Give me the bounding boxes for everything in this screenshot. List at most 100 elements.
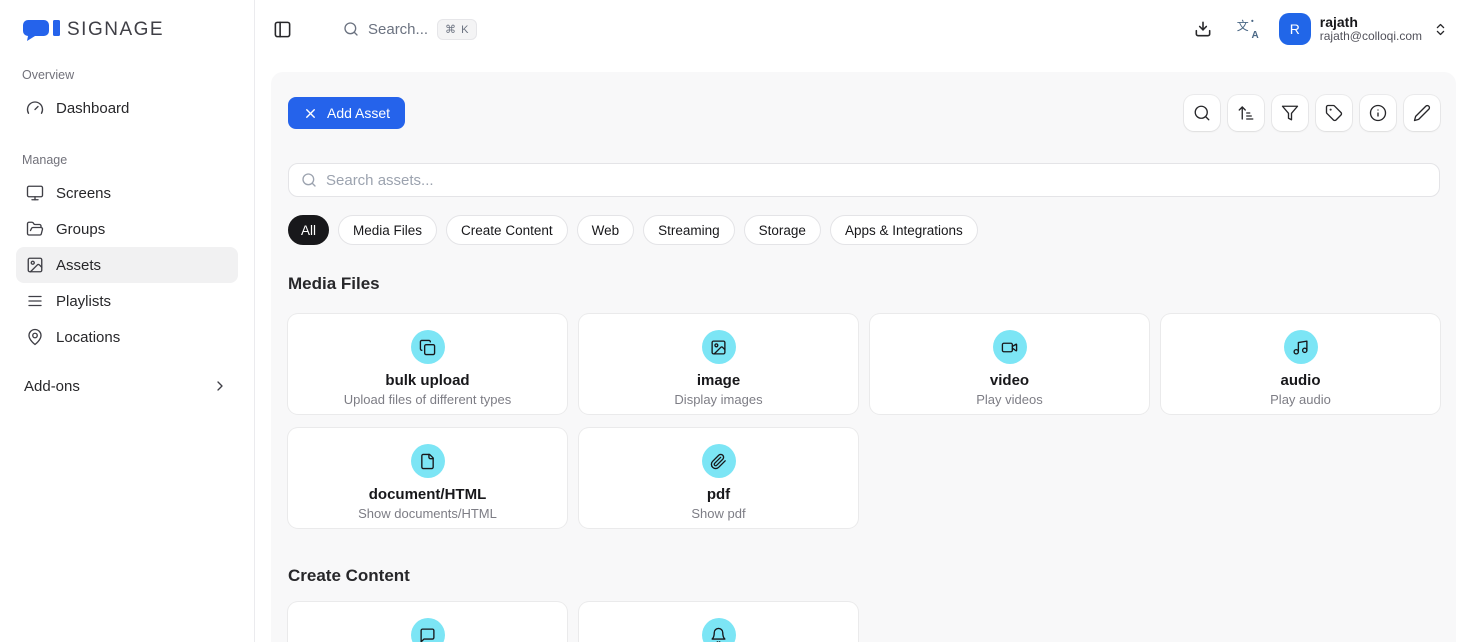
card-subtitle: Show pdf [691,506,745,521]
assets-panel: Add Asset [271,72,1456,642]
search-tool-button[interactable] [1184,95,1220,131]
card-title: video [990,372,1029,389]
tag-button[interactable] [1316,95,1352,131]
copy-icon [411,330,445,364]
filter-icon [1281,104,1299,122]
file-icon [411,444,445,478]
card-subtitle: Play audio [1270,392,1331,407]
asset-card-pdf[interactable]: pdf Show pdf [579,428,858,528]
user-email: rajath@colloqi.com [1320,30,1422,44]
sidebar-item-dashboard[interactable]: Dashboard [16,90,238,126]
sidebar-item-playlists[interactable]: Playlists [16,283,238,319]
search-icon [1193,104,1211,122]
asset-card-video[interactable]: video Play videos [870,314,1149,414]
list-icon [26,292,44,310]
card-title: pdf [707,486,730,503]
chip-all[interactable]: All [288,215,329,245]
addons-label: Add-ons [24,378,80,395]
chip-media-files[interactable]: Media Files [338,215,437,245]
pencil-icon [1413,104,1431,122]
add-asset-label: Add Asset [327,105,390,121]
asset-card-audio[interactable]: audio Play audio [1161,314,1440,414]
chip-web[interactable]: Web [577,215,635,245]
gauge-icon [26,99,44,117]
global-search-placeholder: Search... [368,21,428,38]
asset-search-input[interactable] [326,172,1427,189]
section-title-create-content: Create Content [288,566,1440,586]
asset-card-message[interactable] [288,602,567,642]
user-meta: rajath rajath@colloqi.com [1320,14,1422,44]
tag-icon [1325,104,1343,122]
filter-chips: All Media Files Create Content Web Strea… [288,215,1440,245]
sort-button[interactable] [1228,95,1264,131]
asset-search-field [288,163,1440,197]
paperclip-icon [702,444,736,478]
card-title: audio [1281,372,1321,389]
folder-open-icon [26,220,44,238]
monitor-icon [26,184,44,202]
card-subtitle: Upload files of different types [344,392,511,407]
sidebar-item-label: Playlists [56,293,111,310]
global-search[interactable]: Search... ⌘ K [343,19,477,40]
edit-button[interactable] [1404,95,1440,131]
chevron-right-icon [212,378,228,394]
image-icon [26,256,44,274]
asset-toolbar [1184,95,1440,131]
sidebar-item-addons[interactable]: Add-ons [16,368,238,404]
app-name: SIGNAGE [67,19,164,41]
bell-icon [702,618,736,642]
card-subtitle: Display images [674,392,762,407]
sidebar-item-label: Locations [56,329,120,346]
search-icon [301,172,317,188]
info-button[interactable] [1360,95,1396,131]
topbar-right: 文̇ A R rajath rajath@colloqi.com [1193,13,1448,45]
user-name: rajath [1320,14,1422,30]
asset-card-document-html[interactable]: document/HTML Show documents/HTML [288,428,567,528]
card-subtitle: Show documents/HTML [358,506,497,521]
app-logo[interactable]: SIGNAGE [0,0,254,41]
pisignage-logo-icon [22,20,64,41]
info-icon [1369,104,1387,122]
panel-left-icon [273,20,292,39]
sidebar-item-label: Screens [56,185,111,202]
user-menu[interactable]: R rajath rajath@colloqi.com [1279,13,1448,45]
sidebar: SIGNAGE Overview Dashboard Manage Screen… [0,0,255,642]
music-icon [1284,330,1318,364]
sidebar-item-locations[interactable]: Locations [16,319,238,355]
chip-storage[interactable]: Storage [744,215,821,245]
keyboard-shortcut-badge: ⌘ K [437,19,477,40]
asset-card-bulk-upload[interactable]: bulk upload Upload files of different ty… [288,314,567,414]
chevrons-up-down-icon [1433,22,1448,37]
avatar: R [1279,13,1311,45]
asset-card-image[interactable]: image Display images [579,314,858,414]
translate-button[interactable]: 文̇ A [1237,18,1259,40]
sidebar-item-label: Assets [56,257,101,274]
sidebar-toggle-button[interactable] [273,20,292,39]
section-title-media-files: Media Files [288,274,1440,294]
video-icon [993,330,1027,364]
chip-apps-integrations[interactable]: Apps & Integrations [830,215,978,245]
download-icon [1193,19,1213,39]
asset-card-notice[interactable] [579,602,858,642]
card-subtitle: Play videos [976,392,1042,407]
nav-section-manage: Manage [22,153,238,167]
chip-create-content[interactable]: Create Content [446,215,568,245]
translate-icon: 文̇ [1237,17,1249,34]
media-files-grid: bulk upload Upload files of different ty… [288,314,1440,528]
chip-streaming[interactable]: Streaming [643,215,735,245]
filter-button[interactable] [1272,95,1308,131]
message-square-icon [411,618,445,642]
sidebar-nav: Overview Dashboard Manage Screens Groups [0,68,254,404]
sidebar-item-assets[interactable]: Assets [16,247,238,283]
sidebar-item-label: Groups [56,221,105,238]
search-icon [343,21,359,37]
add-asset-button[interactable]: Add Asset [288,97,405,129]
card-title: document/HTML [369,486,487,503]
card-title: image [697,372,740,389]
close-icon [303,106,318,121]
sidebar-item-screens[interactable]: Screens [16,175,238,211]
download-button[interactable] [1193,19,1213,39]
map-pin-icon [26,328,44,346]
panel-header: Add Asset [288,95,1440,131]
sidebar-item-groups[interactable]: Groups [16,211,238,247]
